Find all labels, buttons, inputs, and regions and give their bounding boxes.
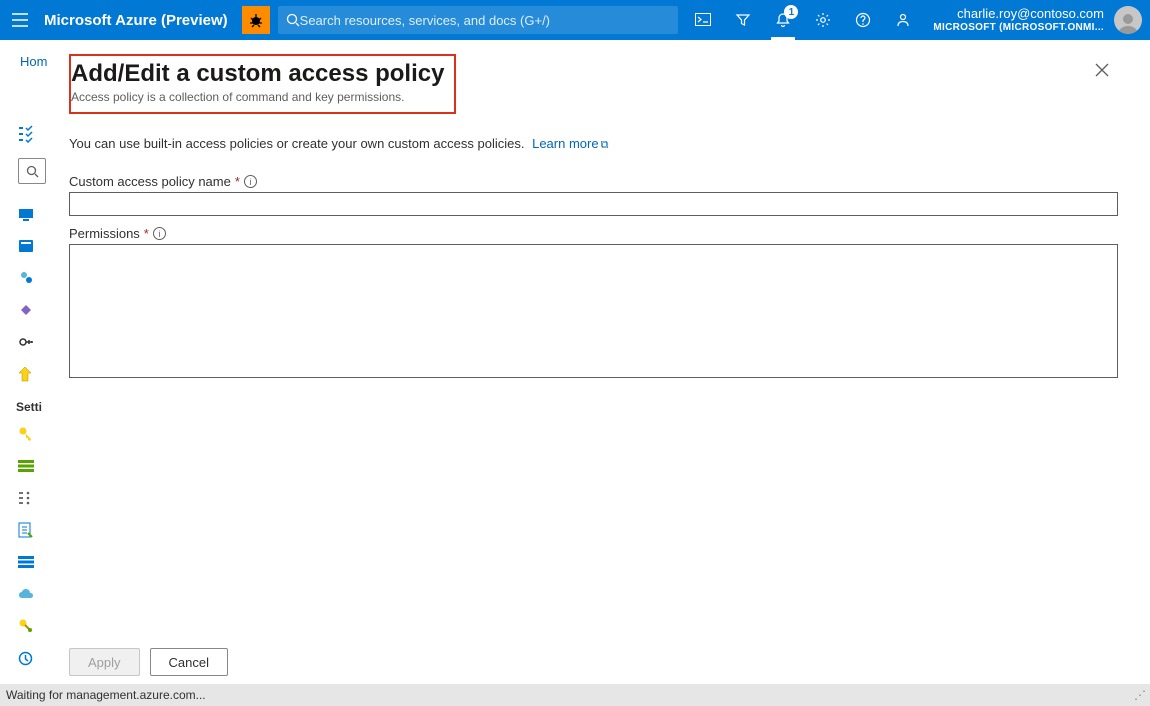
azure-top-bar: Microsoft Azure (Preview) 1 charlie.roy@… <box>0 0 1150 40</box>
cloud-shell-icon <box>695 13 711 27</box>
blade-subtitle: Access policy is a collection of command… <box>71 90 444 104</box>
info-icon[interactable]: i <box>244 175 257 188</box>
preview-bug-button[interactable] <box>242 6 270 34</box>
sidebar-overview-icon[interactable] <box>18 120 48 148</box>
external-link-icon: ⧉ <box>601 139 609 151</box>
settings-button[interactable] <box>803 0 843 40</box>
sidebar-item-3[interactable] <box>18 262 48 294</box>
access-policy-blade: Add/Edit a custom access policy Access p… <box>49 40 1138 684</box>
browser-status-bar: Waiting for management.azure.com... ⋰ <box>0 684 1150 706</box>
sidebar-filter[interactable] <box>18 158 46 184</box>
sidebar-item-access-policies[interactable] <box>18 482 48 514</box>
notifications-button[interactable]: 1 <box>763 0 803 40</box>
sidebar-item-5[interactable] <box>18 326 48 358</box>
notification-badge: 1 <box>784 5 798 19</box>
resource-sidebar: Setti <box>18 120 48 674</box>
account-tenant: MICROSOFT (MICROSOFT.ONMI... <box>933 22 1104 34</box>
hamburger-menu-button[interactable] <box>0 0 40 40</box>
sidebar-item-10[interactable] <box>18 514 48 546</box>
sidebar-item-13[interactable] <box>18 610 48 642</box>
filter-icon <box>735 12 751 28</box>
sidebar-item-11[interactable] <box>18 546 48 578</box>
sidebar-section-settings: Setti <box>16 400 48 414</box>
sidebar-item-8[interactable] <box>18 450 48 482</box>
bug-icon <box>248 12 264 28</box>
breadcrumb-home[interactable]: Hom <box>20 54 47 69</box>
search-icon <box>286 13 300 27</box>
info-icon[interactable]: i <box>153 227 166 240</box>
sidebar-item-2[interactable] <box>18 230 48 262</box>
cloud-shell-button[interactable] <box>683 0 723 40</box>
permissions-label: Permissions* i <box>69 226 1118 241</box>
account-email: charlie.roy@contoso.com <box>933 7 1104 22</box>
help-icon <box>855 12 871 28</box>
account-info[interactable]: charlie.roy@contoso.com MICROSOFT (MICRO… <box>923 7 1108 33</box>
feedback-button[interactable] <box>883 0 923 40</box>
help-button[interactable] <box>843 0 883 40</box>
global-search[interactable] <box>278 6 678 34</box>
policy-name-label: Custom access policy name* i <box>69 174 1118 189</box>
hamburger-icon <box>12 13 28 27</box>
sidebar-item-12[interactable] <box>18 578 48 610</box>
resize-grip-icon: ⋰ <box>1134 688 1144 702</box>
permissions-input[interactable] <box>69 244 1118 378</box>
blade-title: Add/Edit a custom access policy <box>71 60 444 88</box>
cancel-button[interactable]: Cancel <box>150 648 228 676</box>
apply-button[interactable]: Apply <box>69 648 140 676</box>
feedback-icon <box>895 12 911 28</box>
policy-name-input[interactable] <box>69 192 1118 216</box>
learn-more-link[interactable]: Learn more⧉ <box>532 136 608 151</box>
close-icon <box>1095 63 1109 77</box>
gear-icon <box>815 12 831 28</box>
sidebar-item-keys[interactable] <box>18 418 48 450</box>
blade-close-button[interactable] <box>1086 54 1118 86</box>
brand-title[interactable]: Microsoft Azure (Preview) <box>40 12 242 29</box>
sidebar-item-1[interactable] <box>18 198 48 230</box>
sidebar-item-6[interactable] <box>18 358 48 390</box>
avatar[interactable] <box>1114 6 1142 34</box>
sidebar-item-4[interactable] <box>18 294 48 326</box>
breadcrumb: Hom <box>20 54 47 69</box>
avatar-icon <box>1116 10 1140 34</box>
status-text: Waiting for management.azure.com... <box>6 688 206 702</box>
global-search-input[interactable] <box>300 13 670 28</box>
directory-filter-button[interactable] <box>723 0 763 40</box>
blade-lead: You can use built-in access policies or … <box>69 136 1118 152</box>
sidebar-item-14[interactable] <box>18 642 48 674</box>
blade-title-highlight: Add/Edit a custom access policy Access p… <box>69 54 456 114</box>
